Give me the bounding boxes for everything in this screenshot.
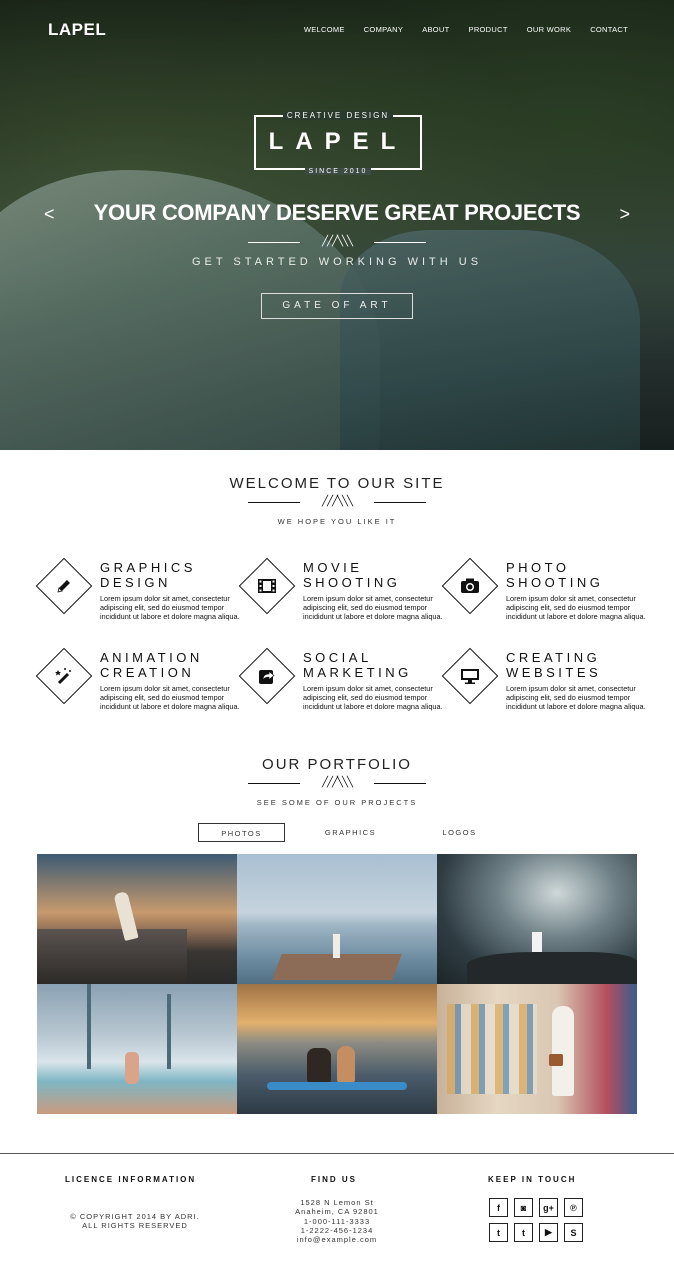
service-title-line1: SOCIAL — [303, 650, 372, 665]
film-icon — [254, 573, 280, 599]
service-movie-shooting: MOVIE SHOOTING Lorem ipsum dolor sit ame… — [238, 557, 443, 630]
service-animation-creation: ANIMATION CREATION Lorem ipsum dolor sit… — [35, 647, 240, 720]
nav-link-company[interactable]: COMPANY — [364, 25, 403, 34]
phone-line2: 1-2222-456-1234 — [300, 1225, 374, 1235]
tumblr-icon[interactable]: t — [514, 1223, 533, 1242]
google-plus-icon[interactable]: g+ — [539, 1198, 558, 1217]
share-icon — [254, 663, 280, 689]
nav-link-welcome[interactable]: WELCOME — [304, 25, 345, 34]
nav-link-our-work[interactable]: OUR WORK — [527, 25, 571, 34]
hero-title: YOUR COMPANY DESERVE GREAT PROJECTS — [93, 200, 581, 225]
portfolio-title: OUR PORTFOLIO — [262, 756, 412, 773]
service-description: Lorem ipsum dolor sit amet, consectetur … — [303, 594, 443, 621]
service-description: Lorem ipsum dolor sit amet, consectetur … — [100, 684, 240, 711]
portfolio-grid — [37, 854, 637, 1114]
service-description: Lorem ipsum dolor sit amet, consectetur … — [100, 594, 240, 621]
portfolio-photo-market[interactable] — [437, 984, 637, 1114]
portfolio-divider: ╱╱╱╲╲╲ — [248, 778, 426, 790]
tab-photos[interactable]: PHOTOS — [198, 823, 285, 842]
welcome-title: WELCOME TO OUR SITE — [229, 475, 445, 492]
service-creating-websites: CREATING WEBSITES Lorem ipsum dolor sit … — [441, 647, 646, 720]
magic-wand-icon — [51, 663, 77, 689]
keep-in-touch-heading: KEEP IN TOUCH — [488, 1175, 577, 1184]
welcome-divider: ╱╱╱╲╲╲ — [248, 497, 426, 509]
site-logo[interactable]: LAPEL — [48, 20, 106, 40]
service-description: Lorem ipsum dolor sit amet, consectetur … — [303, 684, 443, 711]
service-description: Lorem ipsum dolor sit amet, consectetur … — [506, 684, 646, 711]
welcome-subtitle: WE HOPE YOU LIKE IT — [277, 517, 397, 526]
service-title-line1: ANIMATION — [100, 650, 203, 665]
service-graphics-design: GRAPHICS DESIGN Lorem ipsum dolor sit am… — [35, 557, 240, 630]
camera-icon — [457, 573, 483, 599]
copyright-text: © COPYRIGHT 2014 BY ADRI. ALL RIGHTS RES… — [60, 1212, 210, 1231]
nav-link-contact[interactable]: CONTACT — [590, 25, 628, 34]
service-title-line2: CREATION — [100, 665, 195, 680]
email-link[interactable]: info@example.com — [272, 1235, 402, 1244]
find-us-heading: FIND US — [311, 1175, 357, 1184]
skype-icon[interactable]: S — [564, 1223, 583, 1242]
service-photo-shooting: PHOTO SHOOTING Lorem ipsum dolor sit ame… — [441, 557, 646, 630]
address-line2: Anaheim, CA 92801 — [295, 1207, 379, 1217]
licence-heading: LICENCE INFORMATION — [65, 1175, 197, 1184]
service-title-line2: SHOOTING — [303, 575, 401, 590]
portfolio-photo-fountain[interactable] — [37, 984, 237, 1114]
main-nav: WELCOME COMPANY ABOUT PRODUCT OUR WORK C… — [304, 25, 628, 34]
portfolio-subtitle: SEE SOME OF OUR PROJECTS — [256, 798, 418, 807]
instagram-icon[interactable]: ◙ — [514, 1198, 533, 1217]
service-title-line2: WEBSITES — [506, 665, 602, 680]
twitter-icon[interactable]: t — [489, 1223, 508, 1242]
portfolio-photo-waves[interactable] — [437, 854, 637, 984]
portfolio-photo-paddleboard[interactable] — [237, 984, 437, 1114]
hero-banner: LAPEL WELCOME COMPANY ABOUT PRODUCT OUR … — [0, 0, 674, 450]
tab-graphics[interactable]: GRAPHICS — [307, 823, 394, 842]
hero-emblem: CREATIVE DESIGN LAPEL SINCE 2010 — [254, 111, 422, 175]
tab-logos[interactable]: LOGOS — [416, 823, 503, 842]
emblem-tagline: CREATIVE DESIGN — [282, 111, 394, 120]
service-description: Lorem ipsum dolor sit amet, consectetur … — [506, 594, 646, 621]
emblem-name: LAPEL — [268, 128, 408, 155]
pencil-icon — [51, 573, 77, 599]
social-links: f ◙ g+ ℗ t t ▶ S — [489, 1198, 589, 1242]
gate-of-art-button[interactable]: GATE OF ART — [261, 293, 413, 319]
hero-subtitle: GET STARTED WORKING WITH US — [191, 256, 483, 268]
pinterest-icon[interactable]: ℗ — [564, 1198, 583, 1217]
nav-link-about[interactable]: ABOUT — [422, 25, 449, 34]
service-title-line2: DESIGN — [100, 575, 171, 590]
service-title-line1: CREATING — [506, 650, 601, 665]
monitor-icon — [457, 663, 483, 689]
service-title-line1: MOVIE — [303, 560, 363, 575]
footer-divider — [0, 1153, 674, 1154]
service-title-line1: GRAPHICS — [100, 560, 196, 575]
service-title-line2: MARKETING — [303, 665, 412, 680]
nav-link-product[interactable]: PRODUCT — [469, 25, 508, 34]
portfolio-tabs: PHOTOS GRAPHICS LOGOS — [198, 823, 525, 842]
youtube-icon[interactable]: ▶ — [539, 1223, 558, 1242]
service-title-line2: SHOOTING — [506, 575, 604, 590]
emblem-since: SINCE 2010 — [304, 168, 372, 175]
copyright-line: © COPYRIGHT 2014 BY ADRI. — [70, 1212, 200, 1221]
contact-details: 1528 N Lemon St Anaheim, CA 92801 1-000-… — [272, 1198, 402, 1244]
phone-line1: 1-000-111-3333 — [303, 1216, 371, 1226]
service-title-line1: PHOTO — [506, 560, 570, 575]
hero-divider: ╱╱╱╲╲╲ — [248, 237, 426, 249]
facebook-icon[interactable]: f — [489, 1198, 508, 1217]
portfolio-photo-rooftop[interactable] — [37, 854, 237, 984]
slider-next-arrow[interactable]: > — [619, 204, 630, 225]
address-line1: 1528 N Lemon St — [300, 1198, 374, 1207]
rights-line: ALL RIGHTS RESERVED — [82, 1221, 188, 1231]
service-social-marketing: SOCIAL MARKETING Lorem ipsum dolor sit a… — [238, 647, 443, 720]
portfolio-photo-pier[interactable] — [237, 854, 437, 984]
